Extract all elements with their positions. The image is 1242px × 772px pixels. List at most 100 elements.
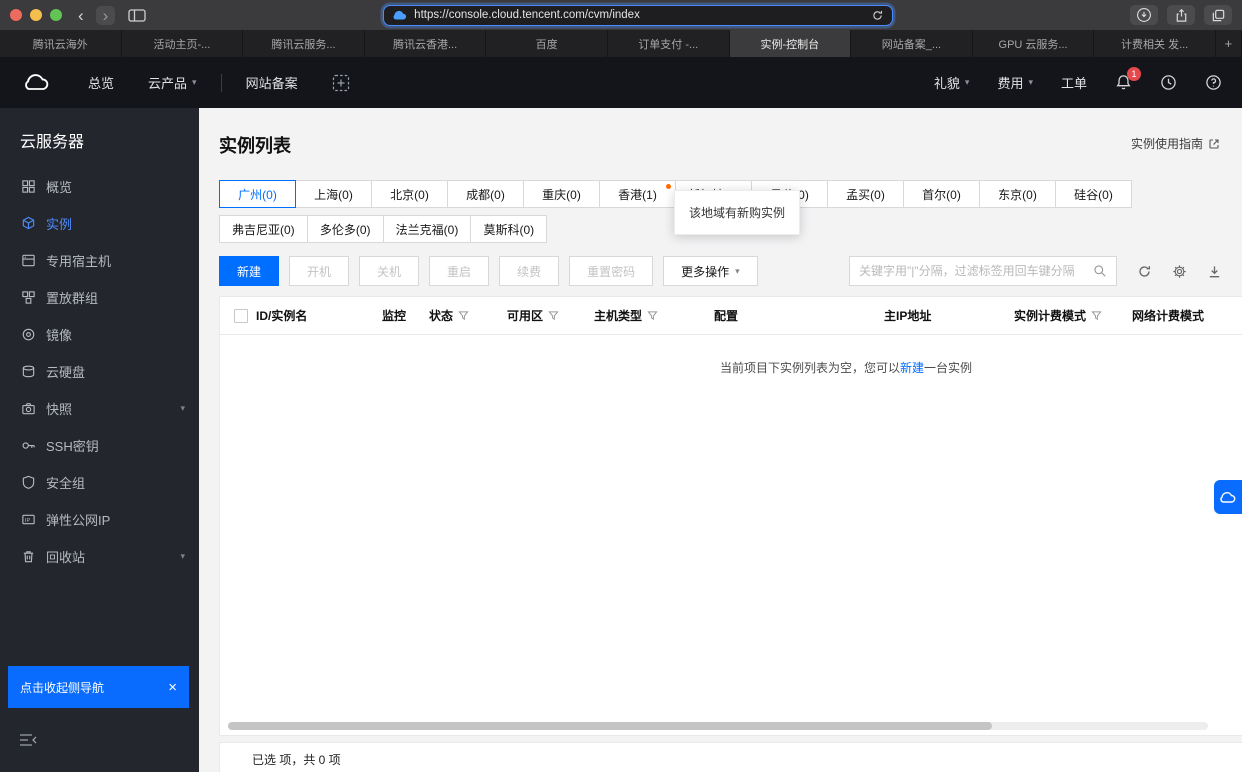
fullscreen-window-button[interactable] — [50, 9, 62, 21]
browser-tab[interactable]: GPU 云服务... — [973, 30, 1095, 57]
region-tab-beijing[interactable]: 北京(0) — [371, 180, 448, 208]
region-tab-mumbai[interactable]: 孟买(0) — [827, 180, 904, 208]
browser-tab-bar: 腾讯云海外 活动主页-... 腾讯云服务... 腾讯云香港... 百度 订单支付… — [0, 30, 1242, 57]
collapse-sidebar-button[interactable] — [0, 708, 199, 772]
browser-tab[interactable]: 订单支付 -... — [608, 30, 730, 57]
notification-bell-button[interactable]: 1 — [1115, 67, 1141, 91]
filter-icon[interactable] — [647, 310, 658, 321]
nav-cloud-products-label: 云产品 — [148, 76, 188, 91]
tencent-cloud-logo-icon[interactable] — [20, 71, 54, 95]
empty-state-text: 一台实例 — [924, 361, 973, 375]
feedback-float-button[interactable] — [1214, 480, 1242, 514]
renew-button[interactable]: 续费 — [499, 256, 560, 286]
power-off-button[interactable]: 关机 — [359, 256, 420, 286]
region-label: 莫斯科(0) — [483, 222, 535, 237]
sidebar-item-security-group[interactable]: 安全组 — [0, 464, 199, 501]
restart-button[interactable]: 重启 — [429, 256, 490, 286]
browser-tab[interactable]: 腾讯云香港... — [365, 30, 487, 57]
select-all-checkbox[interactable] — [234, 308, 248, 323]
column-label: 配置 — [714, 309, 739, 323]
browser-tab[interactable]: 计费相关 发... — [1094, 30, 1216, 57]
region-tab-moscow[interactable]: 莫斯科(0) — [470, 215, 548, 243]
back-button[interactable]: ‹ — [75, 7, 87, 24]
region-tab-frankfurt[interactable]: 法兰克福(0) — [382, 215, 472, 243]
nav-overview[interactable]: 总览 — [88, 73, 114, 92]
help-icon — [1206, 75, 1221, 90]
browser-sidebar-toggle-button[interactable] — [128, 8, 146, 22]
region-tab-hongkong[interactable]: 香港(1) — [599, 180, 676, 208]
nav-gift-menu[interactable]: 礼貌 ▾ — [934, 73, 970, 92]
sidebar-item-ssh-key[interactable]: SSH密钥 — [0, 427, 199, 464]
downloads-button[interactable] — [1130, 5, 1158, 25]
nav-ticket[interactable]: 工单 — [1061, 73, 1087, 92]
collapse-sidebar-banner[interactable]: 点击收起侧导航 × — [8, 666, 189, 708]
browser-tab[interactable]: 百度 — [486, 30, 608, 57]
region-tab-virginia[interactable]: 弗吉尼亚(0) — [219, 215, 308, 243]
region-tab-shanghai[interactable]: 上海(0) — [295, 180, 372, 208]
tab-overview-button[interactable] — [1204, 5, 1232, 25]
share-button[interactable] — [1167, 5, 1195, 25]
image-icon — [20, 327, 36, 342]
help-button[interactable] — [1205, 74, 1222, 91]
sidebar-item-dedicated-host[interactable]: 专用宿主机 — [0, 242, 199, 279]
nav-icp-filing[interactable]: 网站备案 — [246, 73, 298, 92]
filter-icon[interactable] — [1091, 310, 1102, 321]
reset-password-button[interactable]: 重置密码 — [569, 256, 654, 286]
refresh-button[interactable] — [1137, 264, 1152, 279]
search-box — [849, 256, 1117, 286]
horizontal-scrollbar[interactable] — [228, 722, 993, 730]
close-banner-button[interactable]: × — [168, 679, 177, 696]
sidebar-item-recycle-bin[interactable]: 回收站 ▾ — [0, 538, 199, 575]
region-tab-chongqing[interactable]: 重庆(0) — [523, 180, 600, 208]
browser-tab[interactable]: 腾讯云服务... — [243, 30, 365, 57]
sidebar-item-eip[interactable]: IP 弹性公网IP — [0, 501, 199, 538]
sidebar-item-images[interactable]: 镜像 — [0, 316, 199, 353]
notification-badge: 1 — [1127, 67, 1141, 81]
sidebar-item-instances[interactable]: 实例 — [0, 205, 199, 242]
more-actions-button[interactable]: 更多操作 ▾ — [663, 256, 758, 286]
quick-entry-button[interactable] — [332, 74, 350, 92]
reload-button[interactable] — [871, 9, 884, 22]
sidebar-item-label: 概览 — [46, 180, 73, 195]
region-tab-seoul[interactable]: 首尔(0) — [903, 180, 980, 208]
collapse-icon — [20, 734, 37, 746]
usage-guide-link[interactable]: 实例使用指南 — [1131, 135, 1220, 152]
nav-billing-menu[interactable]: 费用 ▾ — [997, 73, 1033, 92]
nav-cloud-products[interactable]: 云产品 ▾ — [148, 73, 197, 92]
browser-tab[interactable]: 活动主页-... — [122, 30, 244, 57]
power-on-button[interactable]: 开机 — [289, 256, 350, 286]
browser-tab-active[interactable]: 实例-控制台 — [729, 30, 852, 57]
nav-divider — [220, 73, 222, 92]
region-tab-toronto[interactable]: 多伦多(0) — [306, 215, 384, 243]
filter-icon[interactable] — [458, 310, 469, 321]
region-tab-chengdu[interactable]: 成都(0) — [447, 180, 524, 208]
history-button[interactable] — [1160, 74, 1177, 91]
sidebar-item-overview[interactable]: 概览 — [0, 168, 199, 205]
console-top-nav: 总览 云产品 ▾ 网站备案 礼貌 ▾ 费用 ▾ 工单 1 — [0, 57, 1242, 108]
region-label: 上海(0) — [314, 187, 353, 202]
create-instance-button[interactable]: 新建 — [219, 256, 280, 286]
browser-tab[interactable]: 网站备案_... — [851, 30, 973, 57]
browser-tab[interactable]: 腾讯云海外 — [0, 30, 122, 57]
new-tab-button[interactable]: + — [1216, 30, 1242, 57]
region-tab-siliconvalley[interactable]: 硅谷(0) — [1055, 180, 1132, 208]
region-tab-guangzhou[interactable]: 广州(0) — [219, 180, 296, 208]
region-tab-tokyo[interactable]: 东京(0) — [979, 180, 1056, 208]
settings-button[interactable] — [1172, 264, 1187, 279]
column-label: 监控 — [382, 309, 407, 323]
close-window-button[interactable] — [10, 9, 22, 21]
download-list-button[interactable] — [1207, 264, 1222, 279]
sidebar-item-label: 安全组 — [46, 476, 86, 491]
search-input[interactable] — [859, 264, 1087, 278]
th-config: 配置 — [714, 307, 884, 324]
sidebar-item-cloud-disk[interactable]: 云硬盘 — [0, 353, 199, 390]
forward-button[interactable]: › — [95, 5, 116, 25]
filter-icon[interactable] — [548, 310, 559, 321]
sidebar-item-placement-group[interactable]: 置放群组 — [0, 279, 199, 316]
sidebar-item-snapshot[interactable]: 快照 ▾ — [0, 390, 199, 427]
region-label: 法兰克福(0) — [395, 222, 459, 237]
download-icon — [1209, 265, 1220, 277]
create-instance-link[interactable]: 新建 — [900, 361, 924, 375]
minimize-window-button[interactable] — [30, 9, 42, 21]
url-bar[interactable]: https://console.cloud.tencent.com/cvm/in… — [383, 4, 894, 26]
